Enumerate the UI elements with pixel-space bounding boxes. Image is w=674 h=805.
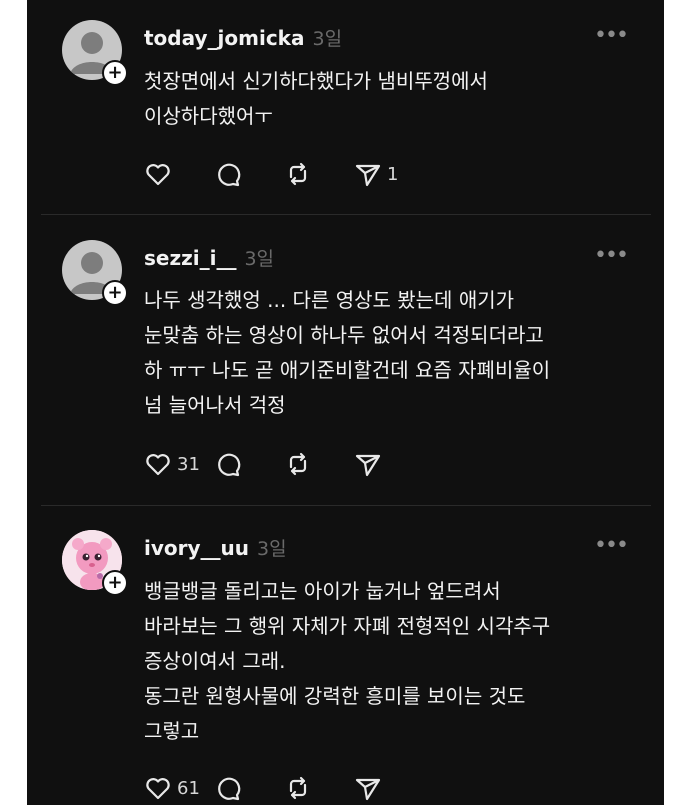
- follow-plus-icon[interactable]: +: [102, 570, 128, 596]
- comment-feed: + today_jomicka 3일 ••• 첫장면에서 신기하다했다가 냄비뚜…: [27, 0, 664, 805]
- share-button[interactable]: [353, 447, 423, 481]
- heart-icon: [146, 778, 170, 800]
- repost-icon: [289, 162, 307, 186]
- share-count: 1: [387, 163, 399, 185]
- comment-button[interactable]: [213, 157, 283, 191]
- comment-text: 뱅글뱅글 돌리고는 아이가 눕거나 엎드려서 바라보는 그 행위 자체가 자폐 …: [144, 579, 551, 743]
- page: + today_jomicka 3일 ••• 첫장면에서 신기하다했다가 냄비뚜…: [0, 0, 674, 805]
- follow-plus-icon[interactable]: +: [102, 60, 128, 86]
- comment-text: 나두 생각했엉 ... 다른 영상도 봤는데 애기가 눈맞춤 하는 영상이 하나…: [144, 288, 551, 417]
- username[interactable]: ivory__uu: [144, 536, 249, 560]
- like-button[interactable]: [143, 157, 213, 191]
- post-header: ivory__uu 3일: [144, 534, 287, 564]
- repost-button[interactable]: [283, 771, 353, 805]
- more-options-icon[interactable]: •••: [594, 535, 629, 557]
- username[interactable]: sezzi_i__: [144, 246, 236, 270]
- comment-text: 첫장면에서 신기하다했다가 냄비뚜껑에서 이상하다했어ㅜ: [144, 69, 488, 128]
- comment-button[interactable]: [213, 447, 283, 481]
- comment-icon: [218, 163, 241, 187]
- timestamp: 3일: [312, 28, 343, 50]
- divider: [41, 214, 651, 215]
- post-header: sezzi_i__ 3일: [144, 244, 274, 274]
- heart-icon: [146, 164, 170, 186]
- share-icon: [355, 778, 381, 801]
- comment-icon: [218, 777, 241, 801]
- action-bar: 61: [143, 771, 423, 805]
- avatar[interactable]: +: [62, 240, 128, 306]
- action-bar: 31: [143, 447, 423, 481]
- timestamp: 3일: [244, 248, 275, 270]
- like-button[interactable]: 61: [143, 771, 213, 805]
- username[interactable]: today_jomicka: [144, 26, 304, 50]
- avatar[interactable]: +: [62, 530, 128, 596]
- timestamp: 3일: [257, 538, 287, 560]
- like-button[interactable]: 31: [143, 447, 213, 481]
- more-options-icon[interactable]: •••: [594, 25, 629, 47]
- action-bar: 1: [143, 157, 423, 191]
- comment-icon: [218, 453, 241, 477]
- post-header: today_jomicka 3일: [144, 24, 342, 54]
- avatar[interactable]: +: [62, 20, 128, 86]
- comment-button[interactable]: [213, 771, 283, 805]
- repost-icon: [289, 776, 307, 800]
- share-icon: [355, 164, 381, 187]
- repost-button[interactable]: [283, 447, 353, 481]
- divider: [41, 505, 651, 506]
- like-count: 61: [177, 777, 200, 799]
- share-button[interactable]: [353, 771, 423, 805]
- follow-plus-icon[interactable]: +: [102, 280, 128, 306]
- share-button[interactable]: 1: [353, 157, 423, 191]
- heart-icon: [146, 454, 170, 476]
- like-count: 31: [177, 453, 200, 475]
- repost-icon: [289, 452, 307, 476]
- repost-button[interactable]: [283, 157, 353, 191]
- share-icon: [355, 454, 381, 477]
- more-options-icon[interactable]: •••: [594, 245, 629, 267]
